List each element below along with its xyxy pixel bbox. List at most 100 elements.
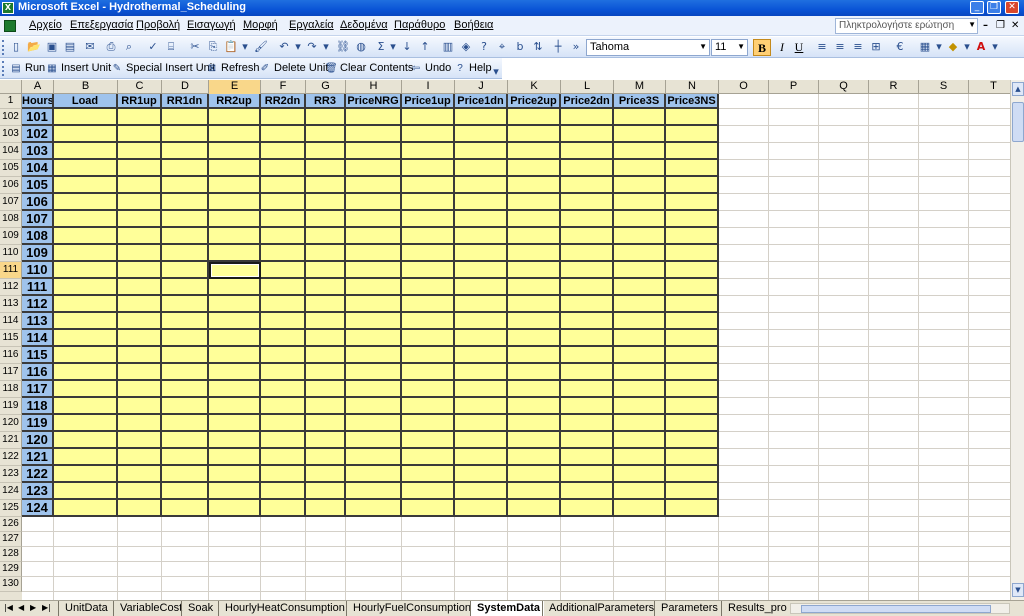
- header-cell-price3ns[interactable]: Price3NS: [666, 94, 719, 109]
- merge-center-icon[interactable]: ⊞: [869, 40, 883, 54]
- sort-ascending-icon[interactable]: ↓: [400, 40, 414, 54]
- new-icon[interactable]: ▯: [9, 40, 23, 54]
- data-cell[interactable]: [402, 415, 455, 432]
- data-cell[interactable]: [118, 228, 162, 245]
- hour-cell[interactable]: 121: [22, 449, 54, 466]
- column-header-f[interactable]: F: [261, 80, 306, 94]
- data-cell[interactable]: [346, 126, 402, 143]
- data-cell[interactable]: [118, 245, 162, 262]
- data-cell[interactable]: [402, 160, 455, 177]
- data-cell[interactable]: [346, 381, 402, 398]
- data-cell[interactable]: [306, 211, 346, 228]
- data-cell[interactable]: [402, 347, 455, 364]
- toolbar-options-icon[interactable]: »: [569, 40, 583, 54]
- data-cell[interactable]: [666, 296, 719, 313]
- column-header-m[interactable]: M: [614, 80, 666, 94]
- data-cell[interactable]: [561, 483, 614, 500]
- data-cell[interactable]: [561, 194, 614, 211]
- insert-unit-button[interactable]: ▦ Insert Unit: [46, 62, 111, 74]
- data-cell[interactable]: [614, 296, 666, 313]
- chart-wizard-icon[interactable]: ▥: [441, 40, 455, 54]
- data-cell[interactable]: [508, 228, 561, 245]
- header-cell-price3s[interactable]: Price3S: [614, 94, 666, 109]
- data-cell[interactable]: [162, 245, 209, 262]
- data-cell[interactable]: [306, 347, 346, 364]
- scroll-up-icon[interactable]: ▲: [1012, 82, 1024, 96]
- data-cell[interactable]: [162, 381, 209, 398]
- data-cell[interactable]: [455, 245, 508, 262]
- format-painter-icon[interactable]: 🖌: [254, 40, 268, 54]
- workbook-icon[interactable]: [4, 20, 16, 32]
- data-cell[interactable]: [561, 415, 614, 432]
- data-cell[interactable]: [306, 313, 346, 330]
- data-cell[interactable]: [118, 109, 162, 126]
- data-cell[interactable]: [508, 143, 561, 160]
- data-cell[interactable]: [209, 194, 261, 211]
- data-cell[interactable]: [402, 279, 455, 296]
- data-cell[interactable]: [346, 279, 402, 296]
- data-cell[interactable]: [666, 279, 719, 296]
- column-header-s[interactable]: S: [919, 80, 969, 94]
- column-header-k[interactable]: K: [508, 80, 561, 94]
- data-cell[interactable]: [346, 177, 402, 194]
- sort-descending-icon[interactable]: ↑: [418, 40, 432, 54]
- data-cell[interactable]: [209, 211, 261, 228]
- scroll-thumb[interactable]: [1012, 102, 1024, 142]
- data-cell[interactable]: [162, 194, 209, 211]
- header-cell-price1up[interactable]: Price1up: [402, 94, 455, 109]
- data-cell[interactable]: [402, 330, 455, 347]
- data-cell[interactable]: [402, 194, 455, 211]
- font-name-select[interactable]: Tahoma ▼: [586, 39, 710, 56]
- menu-edit[interactable]: Επεξεργασία: [70, 19, 133, 31]
- data-cell[interactable]: [118, 313, 162, 330]
- data-cell[interactable]: [455, 398, 508, 415]
- data-cell[interactable]: [54, 449, 118, 466]
- data-cell[interactable]: [209, 245, 261, 262]
- data-cell[interactable]: [306, 398, 346, 415]
- row-header-109[interactable]: 109: [0, 228, 22, 245]
- data-cell[interactable]: [306, 126, 346, 143]
- data-cell[interactable]: [209, 381, 261, 398]
- header-cell-pricenrg[interactable]: PriceNRG: [346, 94, 402, 109]
- row-header-108[interactable]: 108: [0, 211, 22, 228]
- data-cell[interactable]: [508, 381, 561, 398]
- last-sheet-icon[interactable]: ▶|: [42, 603, 51, 612]
- data-cell[interactable]: [306, 483, 346, 500]
- data-cell[interactable]: [209, 228, 261, 245]
- data-cell[interactable]: [162, 262, 209, 279]
- data-cell[interactable]: [261, 381, 306, 398]
- data-cell[interactable]: [508, 160, 561, 177]
- row-header-129[interactable]: 129: [0, 562, 22, 577]
- undo-icon[interactable]: ↶: [277, 40, 291, 54]
- data-cell[interactable]: [209, 109, 261, 126]
- data-cell[interactable]: [508, 432, 561, 449]
- data-cell[interactable]: [561, 398, 614, 415]
- data-cell[interactable]: [261, 313, 306, 330]
- data-cell[interactable]: [261, 432, 306, 449]
- ask-question-input[interactable]: Πληκτρολογήστε ερώτηση ▼: [835, 18, 978, 34]
- row-header-130[interactable]: 130: [0, 577, 22, 592]
- header-cell-price2up[interactable]: Price2up: [508, 94, 561, 109]
- data-cell[interactable]: [209, 330, 261, 347]
- data-cell[interactable]: [402, 398, 455, 415]
- data-cell[interactable]: [346, 483, 402, 500]
- data-cell[interactable]: [455, 262, 508, 279]
- data-cell[interactable]: [306, 432, 346, 449]
- data-cell[interactable]: [666, 177, 719, 194]
- data-cell[interactable]: [162, 211, 209, 228]
- data-cell[interactable]: [666, 415, 719, 432]
- hour-cell[interactable]: 111: [22, 279, 54, 296]
- hour-cell[interactable]: 120: [22, 432, 54, 449]
- data-cell[interactable]: [118, 432, 162, 449]
- header-cell-rr2dn[interactable]: RR2dn: [261, 94, 306, 109]
- data-cell[interactable]: [306, 449, 346, 466]
- sheet-tab-parameters[interactable]: Parameters: [654, 601, 722, 616]
- data-cell[interactable]: [346, 194, 402, 211]
- hour-cell[interactable]: 116: [22, 364, 54, 381]
- header-cell-hours[interactable]: Hours: [22, 94, 54, 109]
- data-cell[interactable]: [508, 347, 561, 364]
- data-cell[interactable]: [402, 500, 455, 517]
- row-header-124[interactable]: 124: [0, 483, 22, 500]
- bold-alt-icon[interactable]: b: [513, 40, 527, 54]
- next-sheet-icon[interactable]: ▶: [30, 603, 36, 612]
